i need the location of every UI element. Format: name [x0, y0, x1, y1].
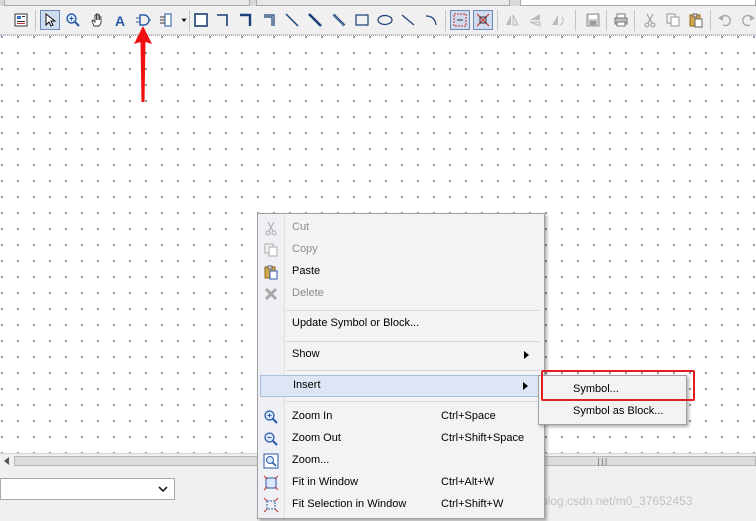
orthogonal-node-icon[interactable]: [213, 10, 233, 30]
menu-item-label: Fit Selection in Window: [292, 498, 407, 510]
menu-item-label: Delete: [292, 287, 324, 299]
submenu-arrow-icon: [524, 351, 529, 359]
cut-icon[interactable]: [640, 10, 660, 30]
menu-item-zoom-dialog[interactable]: Zoom...: [260, 450, 542, 472]
copy-icon: [264, 243, 278, 257]
svg-text:A: A: [115, 13, 125, 28]
properties-icon[interactable]: [11, 10, 31, 30]
delete-x-icon: [264, 287, 278, 301]
orthogonal-conduit-icon[interactable]: [236, 10, 256, 30]
paste-icon[interactable]: [686, 10, 706, 30]
submenu-arrow-icon: [523, 382, 528, 390]
menu-item-shortcut: Ctrl+Shift+W: [441, 498, 504, 510]
canvas-border: [0, 35, 756, 36]
menu-item-label: Update Symbol or Block...: [292, 317, 420, 329]
flip-horizontal-icon[interactable]: [502, 10, 522, 30]
flip-vertical-icon[interactable]: [525, 10, 545, 30]
paste-icon: [264, 265, 278, 280]
text-tool-icon[interactable]: A: [110, 10, 130, 30]
rectangle-select-icon[interactable]: [191, 10, 211, 30]
menu-separator: [286, 401, 540, 402]
menu-item-insert[interactable]: Insert: [260, 375, 542, 397]
menu-item-label: Copy: [292, 243, 318, 255]
zoom-dialog-icon: [263, 453, 279, 469]
selector-dropdown[interactable]: [0, 478, 175, 500]
context-menu: Cut Copy Paste Delete Update Symbol or B…: [257, 213, 545, 519]
menu-item-zoom-in[interactable]: Zoom In Ctrl+Space: [260, 406, 542, 428]
scroll-left-icon[interactable]: [4, 457, 9, 465]
zoom-icon[interactable]: [63, 10, 83, 30]
menu-item-label: Insert: [293, 379, 321, 391]
menu-item-label: Fit in Window: [292, 476, 359, 488]
zoom-in-icon: [264, 410, 278, 424]
hand-pan-icon[interactable]: [87, 10, 107, 30]
menu-item-delete[interactable]: Delete: [260, 283, 542, 305]
chevron-down-icon[interactable]: [157, 483, 169, 495]
menu-item-cut[interactable]: Cut: [260, 217, 542, 239]
select-pointer-icon[interactable]: [40, 10, 60, 30]
redo-icon[interactable]: [738, 10, 756, 30]
menu-item-label: Paste: [292, 265, 321, 277]
block-editor-toolbar: A: [0, 6, 756, 35]
pin-tool-icon[interactable]: [157, 10, 177, 30]
annotation-arrow-icon: [134, 26, 152, 102]
save-icon[interactable]: [583, 10, 603, 30]
scrollbar-grip-icon: |||: [596, 457, 608, 466]
diagonal-conduit-icon[interactable]: [329, 10, 349, 30]
diagonal-node-icon[interactable]: [282, 10, 302, 30]
menu-item-shortcut: Ctrl+Shift+Space: [441, 432, 525, 444]
menu-item-label: Zoom...: [292, 454, 330, 466]
menu-item-label: Symbol as Block...: [573, 405, 664, 417]
menu-item-label: Show: [292, 348, 320, 360]
menu-separator: [286, 310, 540, 311]
line-icon[interactable]: [398, 10, 418, 30]
orthogonal-bus-icon[interactable]: [260, 10, 280, 30]
menu-item-update-symbol[interactable]: Update Symbol or Block...: [260, 313, 542, 335]
print-icon[interactable]: [611, 10, 631, 30]
arc-icon[interactable]: [421, 10, 441, 30]
submenu-item-symbol-as-block[interactable]: Symbol as Block...: [542, 401, 683, 423]
undo-icon[interactable]: [715, 10, 735, 30]
rectangle-icon[interactable]: [352, 10, 372, 30]
menu-item-label: Cut: [292, 221, 310, 233]
partial-line-icon[interactable]: [473, 10, 493, 30]
rubberband-icon[interactable]: [450, 10, 470, 30]
menu-item-label: Zoom In: [292, 410, 333, 422]
menu-separator: [286, 341, 540, 342]
menu-item-show[interactable]: Show: [260, 344, 542, 366]
menu-item-paste[interactable]: Paste: [260, 261, 542, 283]
ellipse-icon[interactable]: [375, 10, 395, 30]
copy-icon[interactable]: [663, 10, 683, 30]
menu-item-copy[interactable]: Copy: [260, 239, 542, 261]
scissors-icon: [265, 221, 277, 236]
menu-item-fit-window[interactable]: Fit in Window Ctrl+Alt+W: [260, 472, 542, 494]
menu-item-fit-selection[interactable]: Fit Selection in Window Ctrl+Shift+W: [260, 494, 542, 516]
diagonal-bus-icon[interactable]: [305, 10, 325, 30]
menu-item-label: Zoom Out: [292, 432, 341, 444]
annotation-highlight-box: [541, 370, 695, 401]
zoom-out-icon: [264, 432, 278, 446]
menu-separator: [286, 370, 540, 371]
menu-item-shortcut: Ctrl+Alt+W: [441, 476, 495, 488]
rotate-icon[interactable]: [548, 10, 568, 30]
menu-item-shortcut: Ctrl+Space: [441, 410, 496, 422]
menu-item-zoom-out[interactable]: Zoom Out Ctrl+Shift+Space: [260, 428, 542, 450]
fit-selection-icon: [263, 497, 279, 513]
fit-window-icon: [263, 475, 279, 491]
